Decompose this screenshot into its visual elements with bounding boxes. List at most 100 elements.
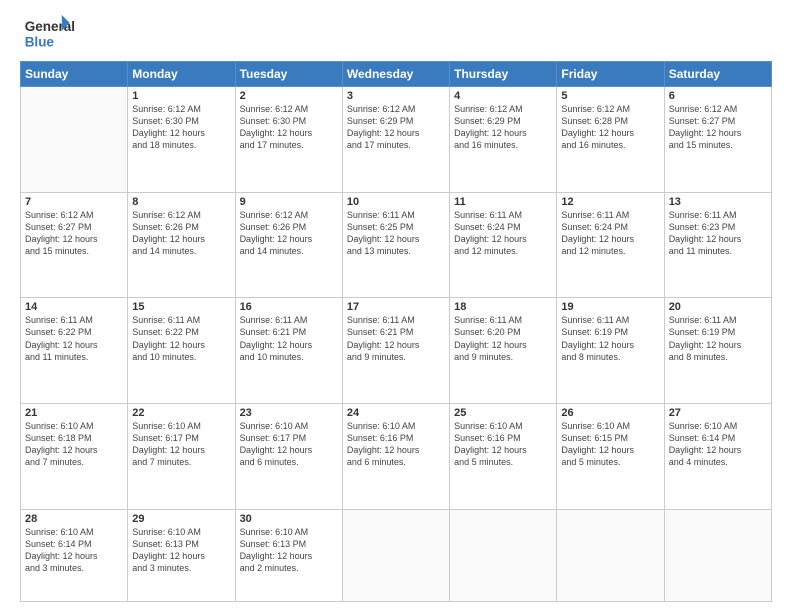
calendar-cell: 17Sunrise: 6:11 AM Sunset: 6:21 PM Dayli… bbox=[342, 298, 449, 404]
calendar-cell: 23Sunrise: 6:10 AM Sunset: 6:17 PM Dayli… bbox=[235, 403, 342, 509]
calendar-day-header: Wednesday bbox=[342, 62, 449, 87]
day-number: 9 bbox=[240, 196, 338, 208]
day-number: 22 bbox=[132, 407, 230, 419]
day-number: 16 bbox=[240, 301, 338, 313]
cell-sun-info: Sunrise: 6:11 AM Sunset: 6:23 PM Dayligh… bbox=[669, 209, 767, 258]
day-number: 17 bbox=[347, 301, 445, 313]
calendar-cell: 3Sunrise: 6:12 AM Sunset: 6:29 PM Daylig… bbox=[342, 87, 449, 193]
cell-sun-info: Sunrise: 6:11 AM Sunset: 6:22 PM Dayligh… bbox=[132, 314, 230, 363]
calendar-cell: 29Sunrise: 6:10 AM Sunset: 6:13 PM Dayli… bbox=[128, 509, 235, 601]
day-number: 27 bbox=[669, 407, 767, 419]
svg-text:Blue: Blue bbox=[25, 35, 55, 50]
cell-sun-info: Sunrise: 6:11 AM Sunset: 6:25 PM Dayligh… bbox=[347, 209, 445, 258]
logo: General Blue bbox=[20, 15, 80, 51]
cell-sun-info: Sunrise: 6:11 AM Sunset: 6:19 PM Dayligh… bbox=[561, 314, 659, 363]
cell-sun-info: Sunrise: 6:11 AM Sunset: 6:21 PM Dayligh… bbox=[347, 314, 445, 363]
cell-sun-info: Sunrise: 6:10 AM Sunset: 6:14 PM Dayligh… bbox=[25, 526, 123, 575]
calendar-cell: 2Sunrise: 6:12 AM Sunset: 6:30 PM Daylig… bbox=[235, 87, 342, 193]
calendar-table: SundayMondayTuesdayWednesdayThursdayFrid… bbox=[20, 61, 772, 602]
day-number: 28 bbox=[25, 513, 123, 525]
calendar-cell: 26Sunrise: 6:10 AM Sunset: 6:15 PM Dayli… bbox=[557, 403, 664, 509]
calendar-cell: 13Sunrise: 6:11 AM Sunset: 6:23 PM Dayli… bbox=[664, 192, 771, 298]
calendar-cell: 30Sunrise: 6:10 AM Sunset: 6:13 PM Dayli… bbox=[235, 509, 342, 601]
calendar-day-header: Monday bbox=[128, 62, 235, 87]
calendar-cell bbox=[21, 87, 128, 193]
cell-sun-info: Sunrise: 6:11 AM Sunset: 6:22 PM Dayligh… bbox=[25, 314, 123, 363]
cell-sun-info: Sunrise: 6:12 AM Sunset: 6:29 PM Dayligh… bbox=[347, 103, 445, 152]
cell-sun-info: Sunrise: 6:11 AM Sunset: 6:21 PM Dayligh… bbox=[240, 314, 338, 363]
day-number: 11 bbox=[454, 196, 552, 208]
calendar-cell: 24Sunrise: 6:10 AM Sunset: 6:16 PM Dayli… bbox=[342, 403, 449, 509]
cell-sun-info: Sunrise: 6:10 AM Sunset: 6:16 PM Dayligh… bbox=[347, 420, 445, 469]
calendar-cell: 25Sunrise: 6:10 AM Sunset: 6:16 PM Dayli… bbox=[450, 403, 557, 509]
calendar-cell: 27Sunrise: 6:10 AM Sunset: 6:14 PM Dayli… bbox=[664, 403, 771, 509]
day-number: 5 bbox=[561, 90, 659, 102]
calendar-cell: 10Sunrise: 6:11 AM Sunset: 6:25 PM Dayli… bbox=[342, 192, 449, 298]
cell-sun-info: Sunrise: 6:11 AM Sunset: 6:20 PM Dayligh… bbox=[454, 314, 552, 363]
day-number: 26 bbox=[561, 407, 659, 419]
calendar-day-header: Tuesday bbox=[235, 62, 342, 87]
cell-sun-info: Sunrise: 6:12 AM Sunset: 6:27 PM Dayligh… bbox=[25, 209, 123, 258]
day-number: 23 bbox=[240, 407, 338, 419]
calendar-cell: 19Sunrise: 6:11 AM Sunset: 6:19 PM Dayli… bbox=[557, 298, 664, 404]
cell-sun-info: Sunrise: 6:12 AM Sunset: 6:30 PM Dayligh… bbox=[132, 103, 230, 152]
calendar-cell: 22Sunrise: 6:10 AM Sunset: 6:17 PM Dayli… bbox=[128, 403, 235, 509]
calendar-cell: 4Sunrise: 6:12 AM Sunset: 6:29 PM Daylig… bbox=[450, 87, 557, 193]
calendar-week-row: 14Sunrise: 6:11 AM Sunset: 6:22 PM Dayli… bbox=[21, 298, 772, 404]
cell-sun-info: Sunrise: 6:12 AM Sunset: 6:29 PM Dayligh… bbox=[454, 103, 552, 152]
cell-sun-info: Sunrise: 6:12 AM Sunset: 6:26 PM Dayligh… bbox=[132, 209, 230, 258]
day-number: 19 bbox=[561, 301, 659, 313]
cell-sun-info: Sunrise: 6:10 AM Sunset: 6:14 PM Dayligh… bbox=[669, 420, 767, 469]
calendar-cell: 7Sunrise: 6:12 AM Sunset: 6:27 PM Daylig… bbox=[21, 192, 128, 298]
calendar-cell bbox=[450, 509, 557, 601]
day-number: 21 bbox=[25, 407, 123, 419]
day-number: 8 bbox=[132, 196, 230, 208]
page: General Blue SundayMondayTuesdayWednesda… bbox=[0, 0, 792, 612]
day-number: 12 bbox=[561, 196, 659, 208]
cell-sun-info: Sunrise: 6:10 AM Sunset: 6:18 PM Dayligh… bbox=[25, 420, 123, 469]
calendar-week-row: 7Sunrise: 6:12 AM Sunset: 6:27 PM Daylig… bbox=[21, 192, 772, 298]
calendar-day-header: Thursday bbox=[450, 62, 557, 87]
calendar-cell: 1Sunrise: 6:12 AM Sunset: 6:30 PM Daylig… bbox=[128, 87, 235, 193]
day-number: 24 bbox=[347, 407, 445, 419]
calendar-cell: 8Sunrise: 6:12 AM Sunset: 6:26 PM Daylig… bbox=[128, 192, 235, 298]
day-number: 18 bbox=[454, 301, 552, 313]
cell-sun-info: Sunrise: 6:10 AM Sunset: 6:13 PM Dayligh… bbox=[132, 526, 230, 575]
day-number: 2 bbox=[240, 90, 338, 102]
calendar-header-row: SundayMondayTuesdayWednesdayThursdayFrid… bbox=[21, 62, 772, 87]
calendar-cell: 20Sunrise: 6:11 AM Sunset: 6:19 PM Dayli… bbox=[664, 298, 771, 404]
day-number: 20 bbox=[669, 301, 767, 313]
day-number: 6 bbox=[669, 90, 767, 102]
day-number: 1 bbox=[132, 90, 230, 102]
cell-sun-info: Sunrise: 6:12 AM Sunset: 6:27 PM Dayligh… bbox=[669, 103, 767, 152]
cell-sun-info: Sunrise: 6:10 AM Sunset: 6:17 PM Dayligh… bbox=[240, 420, 338, 469]
calendar-cell: 28Sunrise: 6:10 AM Sunset: 6:14 PM Dayli… bbox=[21, 509, 128, 601]
calendar-cell: 18Sunrise: 6:11 AM Sunset: 6:20 PM Dayli… bbox=[450, 298, 557, 404]
cell-sun-info: Sunrise: 6:12 AM Sunset: 6:30 PM Dayligh… bbox=[240, 103, 338, 152]
calendar-week-row: 21Sunrise: 6:10 AM Sunset: 6:18 PM Dayli… bbox=[21, 403, 772, 509]
cell-sun-info: Sunrise: 6:12 AM Sunset: 6:26 PM Dayligh… bbox=[240, 209, 338, 258]
calendar-cell: 14Sunrise: 6:11 AM Sunset: 6:22 PM Dayli… bbox=[21, 298, 128, 404]
header: General Blue bbox=[20, 15, 772, 51]
calendar-cell: 21Sunrise: 6:10 AM Sunset: 6:18 PM Dayli… bbox=[21, 403, 128, 509]
cell-sun-info: Sunrise: 6:11 AM Sunset: 6:24 PM Dayligh… bbox=[561, 209, 659, 258]
calendar-cell: 6Sunrise: 6:12 AM Sunset: 6:27 PM Daylig… bbox=[664, 87, 771, 193]
calendar-cell: 5Sunrise: 6:12 AM Sunset: 6:28 PM Daylig… bbox=[557, 87, 664, 193]
cell-sun-info: Sunrise: 6:10 AM Sunset: 6:15 PM Dayligh… bbox=[561, 420, 659, 469]
cell-sun-info: Sunrise: 6:12 AM Sunset: 6:28 PM Dayligh… bbox=[561, 103, 659, 152]
day-number: 4 bbox=[454, 90, 552, 102]
day-number: 3 bbox=[347, 90, 445, 102]
day-number: 10 bbox=[347, 196, 445, 208]
day-number: 29 bbox=[132, 513, 230, 525]
calendar-cell: 12Sunrise: 6:11 AM Sunset: 6:24 PM Dayli… bbox=[557, 192, 664, 298]
calendar-cell bbox=[557, 509, 664, 601]
cell-sun-info: Sunrise: 6:11 AM Sunset: 6:19 PM Dayligh… bbox=[669, 314, 767, 363]
day-number: 30 bbox=[240, 513, 338, 525]
calendar-week-row: 28Sunrise: 6:10 AM Sunset: 6:14 PM Dayli… bbox=[21, 509, 772, 601]
logo-icon: General Blue bbox=[20, 15, 80, 51]
day-number: 7 bbox=[25, 196, 123, 208]
calendar-cell: 16Sunrise: 6:11 AM Sunset: 6:21 PM Dayli… bbox=[235, 298, 342, 404]
cell-sun-info: Sunrise: 6:11 AM Sunset: 6:24 PM Dayligh… bbox=[454, 209, 552, 258]
calendar-day-header: Sunday bbox=[21, 62, 128, 87]
cell-sun-info: Sunrise: 6:10 AM Sunset: 6:17 PM Dayligh… bbox=[132, 420, 230, 469]
